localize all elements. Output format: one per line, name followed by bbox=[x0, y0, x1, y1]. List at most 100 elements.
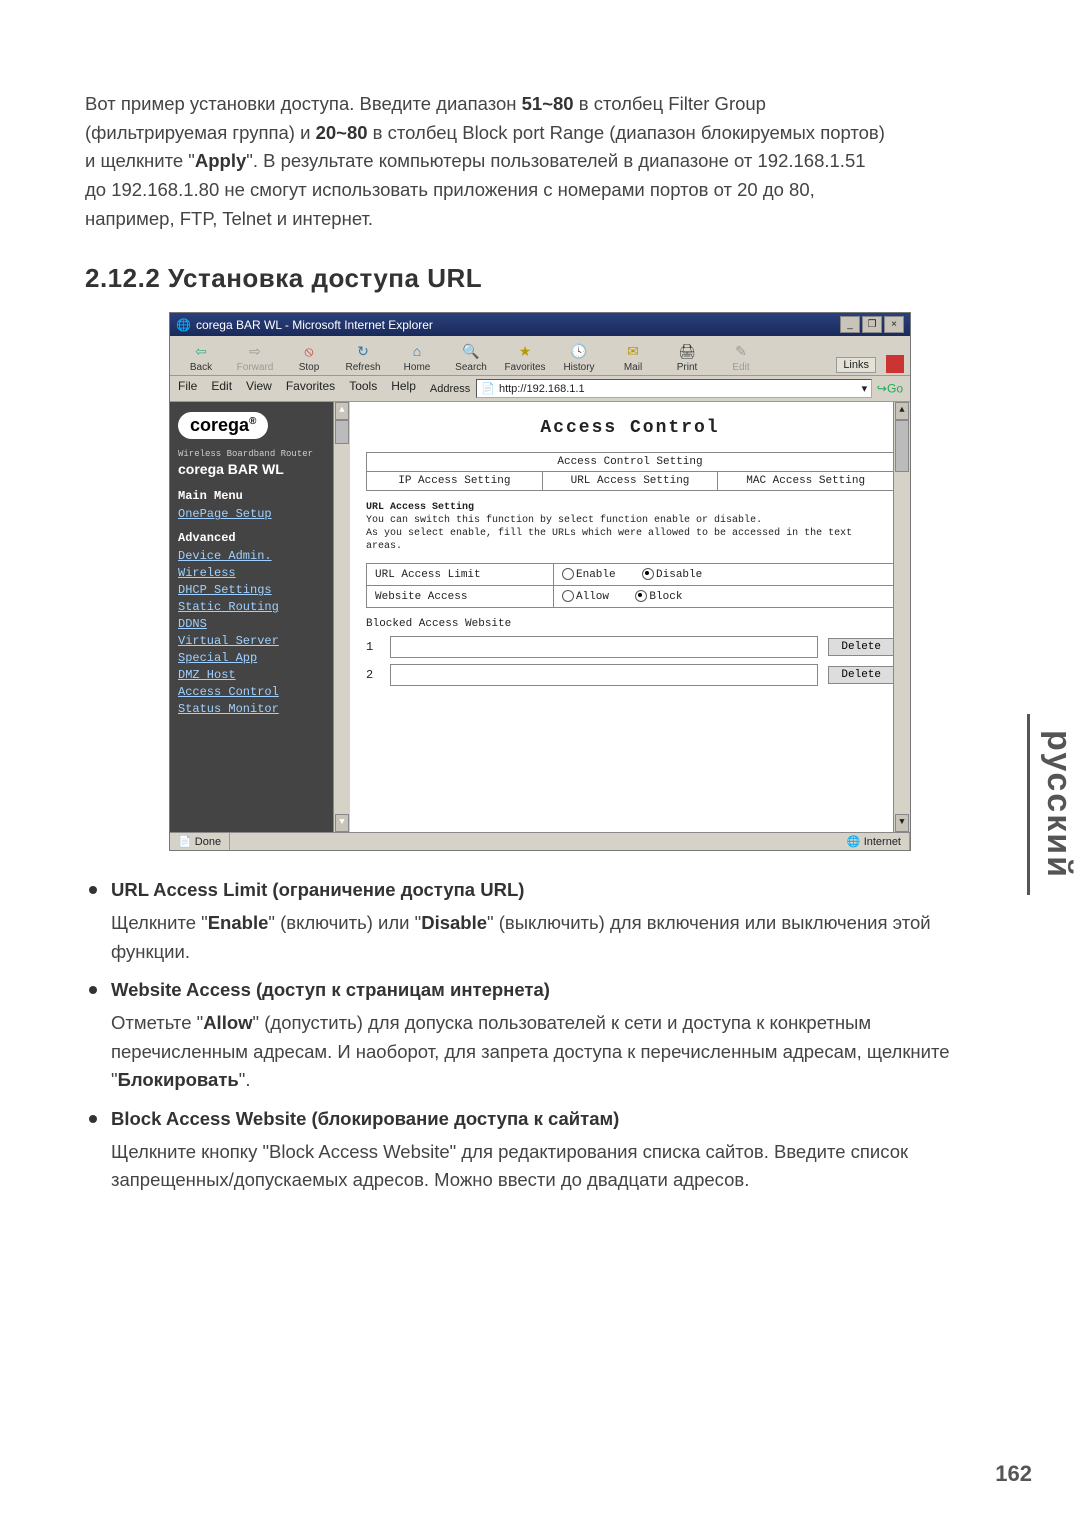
bullet-item: Block Access Website (блокирование досту… bbox=[85, 1105, 995, 1134]
text: Щелкните " bbox=[111, 912, 208, 933]
throbber-icon bbox=[886, 355, 904, 373]
ie-icon: 🌐 bbox=[176, 318, 191, 332]
tab-ip[interactable]: IP Access Setting bbox=[367, 472, 543, 490]
close-button[interactable]: × bbox=[884, 316, 904, 333]
row-number: 2 bbox=[366, 668, 380, 682]
sidebar-item-onepage[interactable]: OnePage Setup bbox=[178, 507, 342, 521]
edit-button[interactable]: ✎Edit bbox=[716, 340, 766, 373]
text: например, FTP, Telnet и интернет. bbox=[85, 208, 373, 229]
sidebar-item[interactable]: Wireless bbox=[178, 566, 342, 580]
menu-tools[interactable]: Tools bbox=[349, 379, 377, 398]
sidebar-item[interactable]: DHCP Settings bbox=[178, 583, 342, 597]
tab-url[interactable]: URL Access Setting bbox=[543, 472, 719, 490]
mail-button[interactable]: ✉Mail bbox=[608, 340, 658, 373]
links-bar[interactable]: Links bbox=[836, 357, 876, 373]
label: Forward bbox=[237, 362, 274, 373]
para-line: As you select enable, fill the URLs whic… bbox=[366, 528, 852, 552]
sidebar-item[interactable]: Virtual Server bbox=[178, 634, 342, 648]
scroll-thumb[interactable] bbox=[335, 420, 349, 444]
text: ". В результате компьютеры пользователей… bbox=[246, 150, 865, 171]
sidebar-item[interactable]: Special App bbox=[178, 651, 342, 665]
text: ". bbox=[239, 1069, 251, 1090]
refresh-icon: ↻ bbox=[352, 340, 374, 362]
scroll-down-icon[interactable]: ▼ bbox=[895, 814, 909, 832]
print-button[interactable]: 🖨Print bbox=[662, 340, 712, 373]
url-input[interactable] bbox=[390, 636, 818, 658]
delete-button[interactable]: Delete bbox=[828, 666, 894, 684]
history-button[interactable]: 🕓History bbox=[554, 340, 604, 373]
browser-menubar: File Edit View Favorites Tools Help Addr… bbox=[170, 376, 910, 402]
language-tab: русский bbox=[1037, 720, 1080, 889]
opt-label: Allow bbox=[576, 591, 609, 603]
delete-button[interactable]: Delete bbox=[828, 638, 894, 656]
sidebar-item[interactable]: Static Routing bbox=[178, 600, 342, 614]
bullet-icon bbox=[89, 1115, 97, 1123]
bullet-title: Block Access Website (блокирование досту… bbox=[111, 1108, 619, 1129]
label: Mail bbox=[624, 362, 642, 373]
sidebar-item[interactable]: DDNS bbox=[178, 617, 342, 631]
history-icon: 🕓 bbox=[568, 340, 590, 362]
scroll-up-icon[interactable]: ▲ bbox=[895, 402, 909, 420]
opt-label: Enable bbox=[576, 569, 616, 581]
text: " (включить) или " bbox=[268, 912, 421, 933]
sidebar-scrollbar[interactable]: ▲ ▼ bbox=[333, 402, 350, 832]
radio-block[interactable] bbox=[635, 590, 647, 602]
sidebar-item[interactable]: DMZ Host bbox=[178, 668, 342, 682]
refresh-button[interactable]: ↻Refresh bbox=[338, 340, 388, 373]
radio-disable[interactable] bbox=[642, 568, 654, 580]
favorites-button[interactable]: ★Favorites bbox=[500, 340, 550, 373]
home-icon: ⌂ bbox=[406, 340, 428, 362]
menu-view[interactable]: View bbox=[246, 379, 272, 398]
search-button[interactable]: 🔍Search bbox=[446, 340, 496, 373]
back-button[interactable]: ⇦Back bbox=[176, 340, 226, 373]
forward-button[interactable]: ⇨Forward bbox=[230, 340, 280, 373]
stop-button[interactable]: ⦸Stop bbox=[284, 340, 334, 373]
window-title: corega BAR WL - Microsoft Internet Explo… bbox=[196, 318, 840, 332]
menu-help[interactable]: Help bbox=[391, 379, 416, 398]
scroll-up-icon[interactable]: ▲ bbox=[335, 402, 349, 420]
forward-icon: ⇨ bbox=[244, 340, 266, 362]
menu-file[interactable]: File bbox=[178, 379, 197, 398]
chevron-down-icon[interactable]: ▾ bbox=[862, 382, 868, 395]
label: Back bbox=[190, 362, 212, 373]
blocked-label: Blocked Access Website bbox=[366, 618, 894, 630]
home-button[interactable]: ⌂Home bbox=[392, 340, 442, 373]
range-bold: 20~80 bbox=[316, 122, 368, 143]
maximize-button[interactable]: ❐ bbox=[862, 316, 882, 333]
sidebar-item[interactable]: Status Monitor bbox=[178, 702, 342, 716]
bold: Enable bbox=[208, 912, 269, 933]
search-icon: 🔍 bbox=[460, 340, 482, 362]
options-table: URL Access Limit Enable Disable Website … bbox=[366, 563, 894, 608]
bullet-item: Website Access (доступ к страницам интер… bbox=[85, 976, 995, 1005]
corega-logo: corega® bbox=[178, 412, 268, 439]
bullet-list: URL Access Limit (ограничение доступа UR… bbox=[85, 876, 995, 1195]
go-button[interactable]: ↪Go bbox=[877, 382, 903, 396]
sidebar-item[interactable]: Access Control bbox=[178, 685, 342, 699]
menu-edit[interactable]: Edit bbox=[211, 379, 232, 398]
status-zone: 🌐 Internet bbox=[839, 833, 910, 850]
label: Home bbox=[404, 362, 431, 373]
bullet-body: Отметьте "Allow" (допустить) для допуска… bbox=[111, 1009, 995, 1095]
edit-icon: ✎ bbox=[730, 340, 752, 362]
radio-allow[interactable] bbox=[562, 590, 574, 602]
setting-title: Access Control Setting bbox=[366, 452, 894, 471]
page-number: 162 bbox=[995, 1461, 1032, 1487]
url-entry-row: 1 Delete bbox=[366, 636, 894, 658]
content-scrollbar[interactable]: ▲ ▼ bbox=[893, 402, 910, 832]
favorites-icon: ★ bbox=[514, 340, 536, 362]
url-input[interactable] bbox=[390, 664, 818, 686]
tab-mac[interactable]: MAC Access Setting bbox=[718, 472, 893, 490]
settings-tabs: IP Access Setting URL Access Setting MAC… bbox=[366, 471, 894, 491]
url-entry-row: 2 Delete bbox=[366, 664, 894, 686]
menu-favorites[interactable]: Favorites bbox=[286, 379, 335, 398]
minimize-button[interactable]: _ bbox=[840, 316, 860, 333]
radio-enable[interactable] bbox=[562, 568, 574, 580]
description-text: URL Access Setting You can switch this f… bbox=[366, 501, 894, 553]
address-value: http://192.168.1.1 bbox=[499, 383, 585, 395]
page-icon: 📄 bbox=[481, 382, 495, 395]
scroll-down-icon[interactable]: ▼ bbox=[335, 814, 349, 832]
router-sidebar: corega® Wireless Boardband Router corega… bbox=[170, 402, 350, 832]
address-input[interactable]: 📄 http://192.168.1.1 ▾ bbox=[476, 379, 872, 398]
sidebar-item[interactable]: Device Admin. bbox=[178, 549, 342, 563]
scroll-thumb[interactable] bbox=[895, 420, 909, 472]
